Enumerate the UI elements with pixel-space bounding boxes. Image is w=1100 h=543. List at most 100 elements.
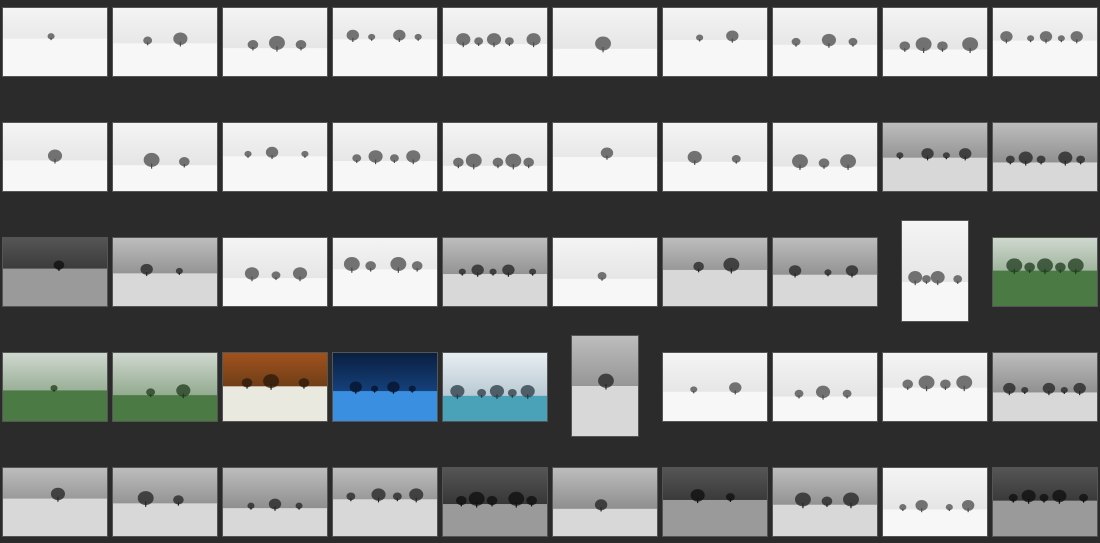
thumbnail-cell <box>551 6 659 78</box>
storm-clouds-shore-icon <box>3 238 107 306</box>
thumbnail-cell <box>331 121 439 193</box>
thumbnail-cell <box>551 466 659 538</box>
thumbnail-cell <box>991 351 1099 423</box>
thumbnail-cell <box>111 6 219 78</box>
photo-thumbnail[interactable] <box>882 352 988 422</box>
thumbnail-cell <box>221 351 329 423</box>
thumbnail-cell <box>221 236 329 308</box>
photo-thumbnail[interactable] <box>442 237 548 307</box>
photo-thumbnail[interactable] <box>222 122 328 192</box>
thumbnail-cell <box>1 466 109 538</box>
photo-thumbnail[interactable] <box>992 7 1098 77</box>
lone-tree-snow-hill-icon <box>663 8 767 76</box>
thumbnail-cell <box>441 121 549 193</box>
photo-thumbnail[interactable] <box>882 122 988 192</box>
light-rays-clouds-icon <box>663 468 767 536</box>
frosted-forest-icon <box>443 8 547 76</box>
photo-thumbnail[interactable] <box>992 237 1098 307</box>
photo-thumbnail[interactable] <box>222 467 328 537</box>
thumbnail-cell <box>111 236 219 308</box>
snowy-hill-trees-icon <box>993 8 1097 76</box>
thumbnail-cell <box>441 6 549 78</box>
snow-capped-stones-icon <box>553 238 657 306</box>
thumbnail-cell <box>661 351 769 423</box>
thumbnail-cell <box>771 236 879 308</box>
green-forest-lake-icon <box>3 353 107 421</box>
snow-fence-posts-icon <box>883 353 987 421</box>
photo-thumbnail[interactable] <box>772 122 878 192</box>
photo-thumbnail[interactable] <box>571 335 639 437</box>
photo-thumbnail[interactable] <box>882 7 988 77</box>
photo-thumbnail[interactable] <box>222 352 328 422</box>
photo-thumbnail[interactable] <box>662 467 768 537</box>
photo-thumbnail[interactable] <box>552 7 658 77</box>
photo-thumbnail[interactable] <box>662 352 768 422</box>
photo-thumbnail[interactable] <box>901 220 969 322</box>
thumbnail-cell <box>771 466 879 538</box>
photo-thumbnail[interactable] <box>112 7 218 77</box>
photo-thumbnail[interactable] <box>2 7 108 77</box>
photo-thumbnail[interactable] <box>222 237 328 307</box>
photo-thumbnail[interactable] <box>442 122 548 192</box>
photo-thumbnail[interactable] <box>112 237 218 307</box>
photo-thumbnail[interactable] <box>332 7 438 77</box>
birch-trunks-snow-icon <box>773 353 877 421</box>
thumbnail-cell <box>441 351 549 423</box>
photo-thumbnail[interactable] <box>882 467 988 537</box>
photo-thumbnail[interactable] <box>552 237 658 307</box>
photo-thumbnail[interactable] <box>2 122 108 192</box>
frosted-conifers-icon <box>553 8 657 76</box>
thumbnail-cell <box>991 466 1099 538</box>
photo-thumbnail[interactable] <box>992 122 1098 192</box>
thumbnail-cell <box>991 6 1099 78</box>
photo-thumbnail[interactable] <box>662 237 768 307</box>
photo-thumbnail[interactable] <box>112 467 218 537</box>
thumbnail-cell <box>661 236 769 308</box>
dark-treeline-snow-icon <box>3 123 107 191</box>
photo-thumbnail[interactable] <box>222 7 328 77</box>
thumbnail-cell <box>881 220 989 322</box>
photo-thumbnail[interactable] <box>332 122 438 192</box>
photo-thumbnail[interactable] <box>442 467 548 537</box>
photo-thumbnail[interactable] <box>332 352 438 422</box>
photo-thumbnail[interactable] <box>112 352 218 422</box>
photo-thumbnail[interactable] <box>332 237 438 307</box>
photo-thumbnail[interactable] <box>772 352 878 422</box>
thumbnail-cell <box>221 466 329 538</box>
photo-thumbnail[interactable] <box>992 467 1098 537</box>
thin-stems-snow-icon <box>443 123 547 191</box>
photo-thumbnail[interactable] <box>2 352 108 422</box>
wooden-pier-icon <box>993 468 1097 536</box>
snow-fence-rows-icon <box>663 123 767 191</box>
photo-thumbnail[interactable] <box>772 7 878 77</box>
photo-thumbnail[interactable] <box>442 7 548 77</box>
thumbnail-cell <box>991 236 1099 308</box>
photo-thumbnail[interactable] <box>442 352 548 422</box>
photo-thumbnail[interactable] <box>772 237 878 307</box>
photo-thumbnail[interactable] <box>992 352 1098 422</box>
photo-thumbnail[interactable] <box>772 467 878 537</box>
photo-thumbnail[interactable] <box>112 122 218 192</box>
thumbnail-cell <box>1 351 109 423</box>
cloudy-horizon-icon <box>773 468 877 536</box>
green-waterfall-icon <box>113 353 217 421</box>
snowy-rocks-sea-icon <box>333 468 437 536</box>
thumbnail-cell <box>221 121 329 193</box>
photo-thumbnail[interactable] <box>552 122 658 192</box>
thumbnail-cell <box>331 351 439 423</box>
thumbnail-cell <box>881 6 989 78</box>
tree-grove-snowfield-icon <box>223 8 327 76</box>
photo-thumbnail[interactable] <box>332 467 438 537</box>
icy-cascade-icon <box>663 353 767 421</box>
grey-sea-ice-icon <box>113 238 217 306</box>
fish-drying-racks-icon <box>773 123 877 191</box>
lone-tree-snowfield-icon <box>3 8 107 76</box>
photo-thumbnail[interactable] <box>662 122 768 192</box>
thumbnail-cell <box>771 351 879 423</box>
photo-thumbnail[interactable] <box>2 467 108 537</box>
photo-thumbnail[interactable] <box>2 237 108 307</box>
photo-thumbnail[interactable] <box>552 467 658 537</box>
row-of-trees-snow-icon <box>113 8 217 76</box>
thumbnail-cell <box>881 351 989 423</box>
photo-thumbnail[interactable] <box>662 7 768 77</box>
